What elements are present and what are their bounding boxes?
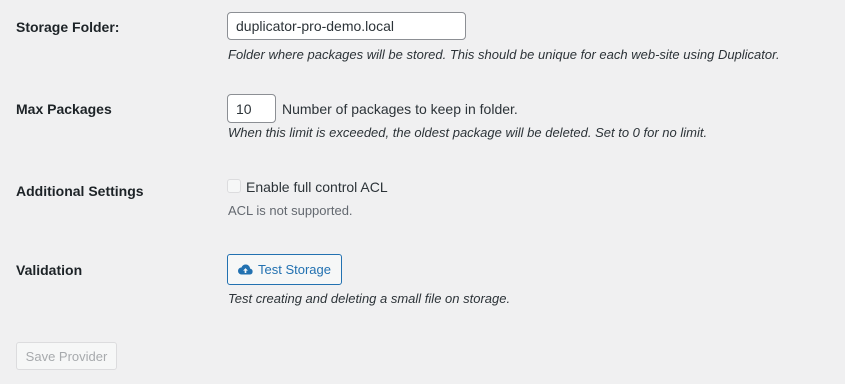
acl-note: ACL is not supported. xyxy=(228,203,353,218)
acl-checkbox[interactable] xyxy=(227,179,241,193)
max-packages-label: Max Packages xyxy=(16,101,112,117)
max-packages-inline-text: Number of packages to keep in folder. xyxy=(282,101,518,117)
test-storage-button[interactable]: Test Storage xyxy=(227,254,342,285)
max-packages-input[interactable] xyxy=(227,94,276,123)
save-provider-button[interactable]: Save Provider xyxy=(16,342,117,370)
validation-label: Validation xyxy=(16,262,83,278)
storage-folder-label: Storage Folder: xyxy=(16,19,120,35)
acl-checkbox-label[interactable]: Enable full control ACL xyxy=(246,179,388,195)
cloud-upload-icon xyxy=(238,264,253,276)
test-storage-label: Test Storage xyxy=(258,262,331,277)
storage-folder-description: Folder where packages will be stored. Th… xyxy=(228,47,780,62)
storage-folder-input[interactable] xyxy=(227,12,466,40)
additional-settings-label: Additional Settings xyxy=(16,183,144,199)
validation-description: Test creating and deleting a small file … xyxy=(228,291,511,306)
max-packages-description: When this limit is exceeded, the oldest … xyxy=(228,125,708,140)
